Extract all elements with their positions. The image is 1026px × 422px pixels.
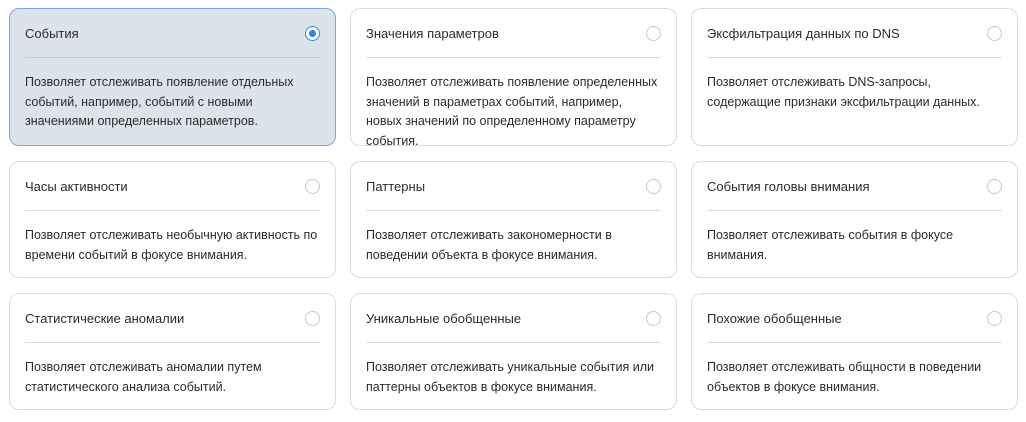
card-description: Позволяет отслеживать закономерности в п…: [366, 228, 612, 262]
card-header: Значения параметров: [366, 9, 661, 58]
card-attention-head-events[interactable]: События головы внимания Позволяет отслеж…: [691, 161, 1018, 278]
card-unique-generalized[interactable]: Уникальные обобщенные Позволяет отслежив…: [350, 293, 677, 410]
card-title: Уникальные обобщенные: [366, 310, 522, 326]
radio-button[interactable]: [646, 310, 661, 326]
card-description: Позволяет отслеживать появление отдельны…: [25, 75, 294, 128]
card-title: Статистические аномалии: [25, 310, 185, 326]
card-description: Позволяет отслеживать уникальные события…: [366, 360, 654, 394]
card-statistical-anomalies[interactable]: Статистические аномалии Позволяет отслеж…: [9, 293, 336, 410]
card-title: Значения параметров: [366, 25, 499, 41]
radio-button[interactable]: [987, 310, 1002, 326]
card-header: Уникальные обобщенные: [366, 294, 661, 343]
rule-type-grid: События Позволяет отслеживать появление …: [9, 8, 1018, 410]
radio-button[interactable]: [305, 178, 320, 194]
card-title: Паттерны: [366, 178, 426, 194]
card-description: Позволяет отслеживать аномалии путем ста…: [25, 360, 262, 394]
radio-button-checked[interactable]: [305, 25, 320, 41]
card-header: Эксфильтрация данных по DNS: [707, 9, 1002, 58]
card-description: Позволяет отслеживать необычную активнос…: [25, 228, 318, 262]
card-header: Часы активности: [25, 162, 320, 211]
radio-button[interactable]: [987, 178, 1002, 194]
card-activity-hours[interactable]: Часы активности Позволяет отслеживать не…: [9, 161, 336, 278]
card-description: Позволяет отслеживать появление определе…: [366, 75, 658, 148]
card-title: Часы активности: [25, 178, 128, 194]
card-events[interactable]: События Позволяет отслеживать появление …: [9, 8, 336, 146]
radio-button[interactable]: [987, 25, 1002, 41]
radio-button[interactable]: [646, 178, 661, 194]
card-title: Похожие обобщенные: [707, 310, 842, 326]
radio-button[interactable]: [305, 310, 320, 326]
card-header: События: [25, 9, 320, 58]
card-title: Эксфильтрация данных по DNS: [707, 25, 900, 41]
card-patterns[interactable]: Паттерны Позволяет отслеживать закономер…: [350, 161, 677, 278]
card-title: События: [25, 25, 79, 41]
radio-button[interactable]: [646, 25, 661, 41]
card-parameter-values[interactable]: Значения параметров Позволяет отслеживат…: [350, 8, 677, 148]
card-header: Паттерны: [366, 162, 661, 211]
card-header: События головы внимания: [707, 162, 1002, 211]
card-similar-generalized[interactable]: Похожие обобщенные Позволяет отслеживать…: [691, 293, 1018, 410]
card-header: Статистические аномалии: [25, 294, 320, 343]
card-description: Позволяет отслеживать общности в поведен…: [707, 360, 982, 394]
card-header: Похожие обобщенные: [707, 294, 1002, 343]
card-dns-exfiltration[interactable]: Эксфильтрация данных по DNS Позволяет от…: [691, 8, 1018, 146]
card-title: События головы внимания: [707, 178, 870, 194]
card-description: Позволяет отслеживать DNS-запросы, содер…: [707, 75, 980, 109]
card-description: Позволяет отслеживать события в фокусе в…: [707, 228, 954, 262]
